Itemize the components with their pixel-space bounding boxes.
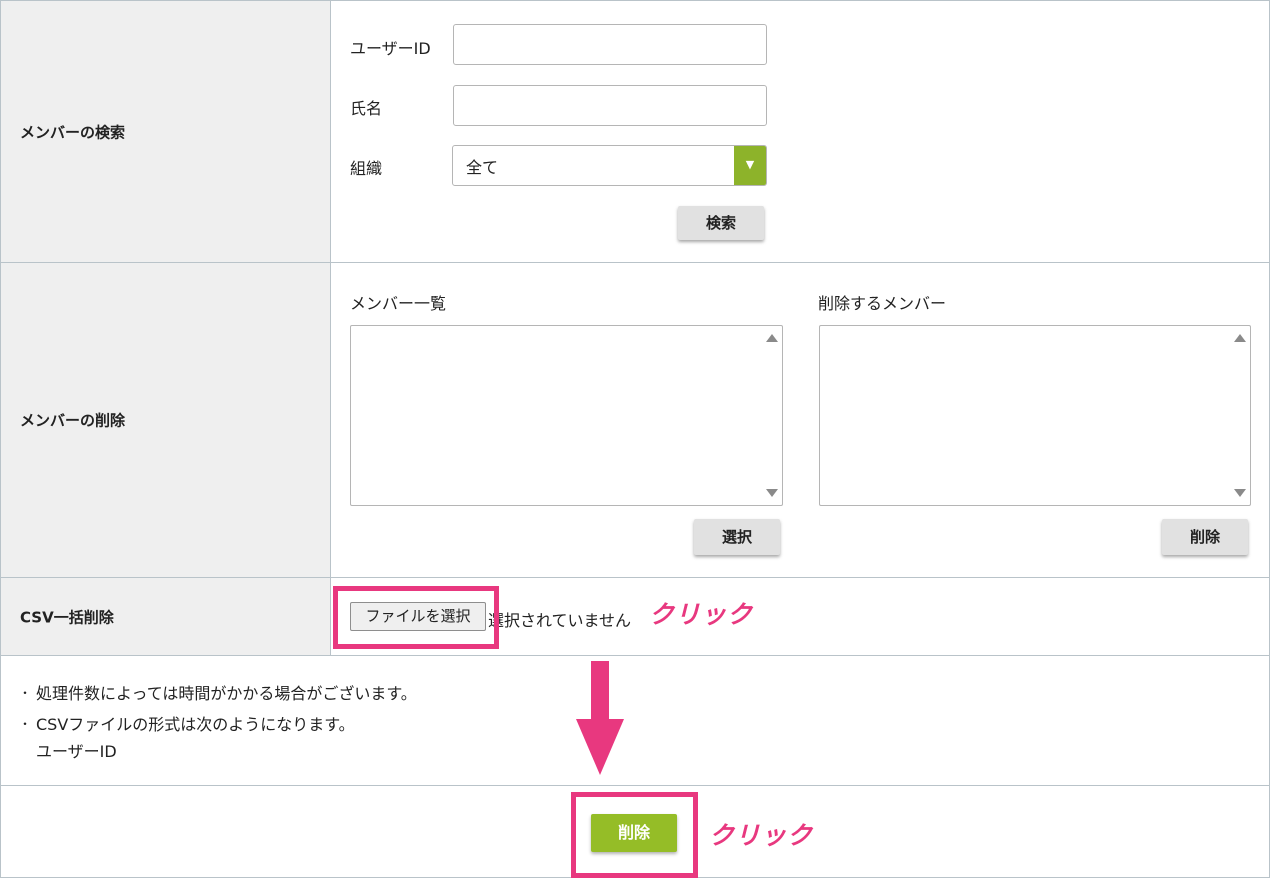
bullet-icon: ・: [19, 717, 32, 731]
file-status-text: 選択されていません: [488, 611, 632, 630]
highlight-frame: [571, 792, 698, 878]
search-heading: メンバーの検索: [20, 123, 126, 141]
csv-row: CSV一括削除 ファイルを選択 選択されていません クリック: [1, 578, 1269, 656]
name-input[interactable]: [453, 85, 767, 126]
org-select-value: 全て: [466, 158, 499, 177]
delete-heading: メンバーの削除: [20, 411, 126, 430]
highlight-frame: [333, 586, 499, 649]
search-button[interactable]: 検索: [678, 206, 764, 240]
scroll-up-icon[interactable]: [766, 334, 778, 342]
name-label: 氏名: [350, 99, 383, 118]
select-button[interactable]: 選択: [694, 519, 780, 555]
delete-row: メンバーの削除 メンバー一覧 選択 削除するメンバー 削除: [1, 263, 1269, 578]
csv-row-header: CSV一括削除: [1, 578, 331, 655]
search-row-header: メンバーの検索: [1, 1, 331, 262]
chevron-down-icon[interactable]: ▼: [734, 146, 766, 185]
user-id-input[interactable]: [453, 24, 767, 65]
org-label: 組織: [350, 159, 383, 178]
bullet-icon: ・: [19, 686, 32, 700]
click-annotation: クリック: [709, 821, 814, 850]
remove-button[interactable]: 削除: [1162, 519, 1248, 555]
note-processing-time: 処理件数によっては時間がかかる場合がございます。: [36, 684, 417, 703]
delete-list-label: 削除するメンバー: [818, 294, 947, 313]
csv-heading: CSV一括削除: [20, 608, 114, 626]
member-delete-form: メンバーの検索 ユーザーID 氏名 組織 全て ▼ 検索 メンバーの削除 メンバ…: [0, 0, 1270, 878]
click-annotation: クリック: [649, 600, 754, 629]
notes-row: ・ 処理件数によっては時間がかかる場合がございます。 ・ CSVファイルの形式は…: [1, 656, 1269, 786]
note-csv-column: ユーザーID: [36, 742, 117, 761]
member-listbox[interactable]: [350, 325, 783, 506]
delete-row-header: メンバーの削除: [1, 263, 331, 577]
member-list-label: メンバー一覧: [350, 294, 447, 313]
scroll-down-icon[interactable]: [1234, 489, 1246, 497]
org-select[interactable]: 全て ▼: [452, 145, 767, 186]
search-row: メンバーの検索 ユーザーID 氏名 組織 全て ▼ 検索: [1, 1, 1269, 263]
user-id-label: ユーザーID: [350, 39, 431, 58]
delete-listbox[interactable]: [819, 325, 1251, 506]
scroll-up-icon[interactable]: [1234, 334, 1246, 342]
submit-row: 削除 クリック: [1, 786, 1269, 878]
arrow-down-icon: [576, 661, 624, 775]
scroll-down-icon[interactable]: [766, 489, 778, 497]
note-csv-format: CSVファイルの形式は次のようになります。: [36, 715, 355, 734]
